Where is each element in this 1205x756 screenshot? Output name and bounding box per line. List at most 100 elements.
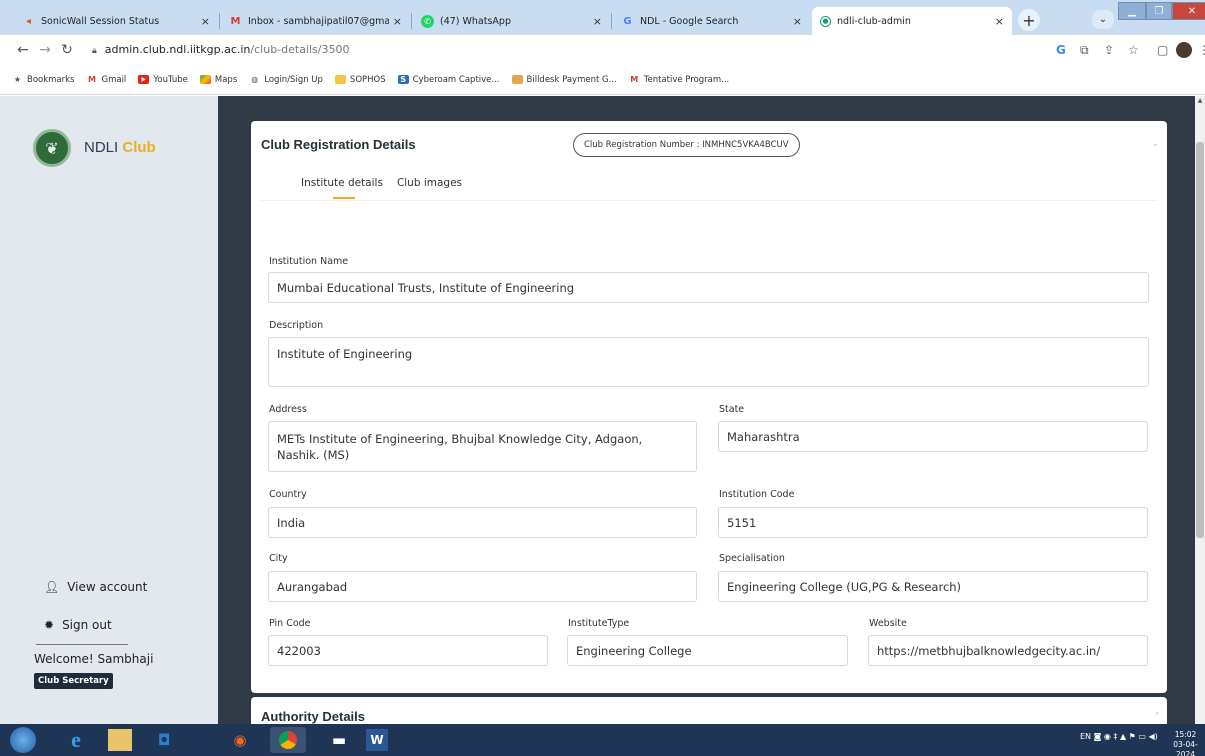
tab-title: NDL - Google Search [640, 15, 739, 27]
collapse-chevron-icon[interactable]: ⌄ [1151, 139, 1159, 149]
authority-card-title: Authority Details [261, 709, 366, 724]
bookmarks-bar: ★ Bookmarks M Gmail ▶ YouTube Maps ◍ Login/S… [0, 65, 1205, 95]
install-app-icon[interactable]: ⧉ [1080, 43, 1089, 58]
bookmark-star-icon[interactable]: ☆ [1128, 43, 1139, 57]
tab-divider [611, 13, 612, 29]
tab-divider [411, 13, 412, 29]
scroll-up-arrow-icon[interactable]: ▲ [1195, 97, 1205, 107]
brand-name: NDLI [84, 139, 119, 156]
ndli-logo-icon[interactable]: ❦ [33, 129, 71, 167]
screen: { "browser": { "tabs": [ {"title": "Soni… [0, 0, 1205, 756]
side-panel-icon[interactable]: ▢ [1157, 43, 1168, 57]
bookmark-item[interactable]: ★ Bookmarks [12, 75, 75, 85]
new-tab-button[interactable]: + [1018, 9, 1040, 31]
city-field[interactable]: Aurangabad [268, 571, 697, 602]
welcome-text: Welcome! Sambhaji [34, 652, 154, 666]
address-bar: ← → ↻ 🔒︎ admin.club.ndl.iitkgp.ac.in/club… [0, 35, 1205, 65]
internet-explorer-icon[interactable]: e [62, 727, 90, 753]
brand-title[interactable]: NDLI Club [84, 139, 156, 156]
kebab-menu-icon[interactable]: ⋮ [1198, 43, 1205, 57]
close-tab-icon[interactable]: × [793, 15, 802, 28]
address-label: Address [269, 404, 307, 415]
website-label: Website [869, 618, 907, 629]
address-field[interactable]: METs Institute of Engineering, Bhujbal K… [268, 421, 697, 472]
close-tab-icon[interactable]: × [995, 15, 1004, 28]
sonicwall-icon: ◂ [25, 15, 32, 27]
system-tray: EN ◙ ◉ ‡ ▲ ⚑ ▭ ◀) [1080, 732, 1158, 741]
word-icon[interactable]: W [366, 729, 388, 751]
tab-gmail[interactable]: M Inbox - sambhajipatil07@gmail.c × [221, 7, 410, 35]
gear-icon: ✹ [44, 618, 55, 632]
close-tab-icon[interactable]: × [393, 15, 402, 28]
profile-avatar-icon[interactable] [1176, 42, 1192, 58]
close-tab-icon[interactable]: × [593, 15, 602, 28]
brand-highlight: Club [122, 139, 156, 156]
window-app-icon[interactable]: ▬ [325, 727, 353, 753]
file-explorer-icon[interactable] [108, 729, 132, 751]
tab-sonicwall[interactable]: ◂ SonicWall Session Status × [14, 7, 218, 35]
tab-search-chevron-icon[interactable]: ⌄ [1092, 10, 1114, 29]
google-lens-icon[interactable]: G [1056, 43, 1066, 57]
website-field[interactable]: https://metbhujbalknowledgecity.ac.in/ [868, 635, 1148, 666]
bookmark-label: Billdesk Payment G... [526, 74, 617, 85]
forward-arrow-icon[interactable]: → [34, 42, 56, 58]
language-indicator[interactable]: EN [1080, 732, 1091, 741]
bookmark-item[interactable]: M Tentative Program... [629, 74, 730, 85]
tab-institute-details[interactable]: Institute details [301, 177, 383, 199]
specialisation-field[interactable]: Engineering College (UG,PG & Research) [718, 571, 1148, 602]
maximize-icon[interactable]: ❐ [1146, 2, 1172, 20]
close-window-icon[interactable]: ✕ [1172, 2, 1205, 20]
chrome-icon[interactable] [270, 727, 306, 753]
institute-type-field[interactable]: Engineering College [567, 635, 848, 666]
bookmark-label: Bookmarks [27, 74, 75, 85]
bookmark-label: Maps [214, 74, 238, 85]
reload-icon[interactable]: ↻ [56, 42, 78, 58]
billdesk-icon [511, 75, 523, 84]
media-player-icon[interactable]: ◘ [150, 727, 178, 753]
window-controls: ▁ ❐ ✕ [1118, 2, 1205, 20]
bookmark-label: YouTube [153, 74, 188, 85]
tab-title: SonicWall Session Status [41, 15, 160, 27]
url-field[interactable]: 🔒︎ admin.club.ndl.iitkgp.ac.in/club-detai… [92, 43, 350, 56]
view-account-link[interactable]: 👤︎ View account [44, 580, 147, 594]
bookmark-label: Tentative Program... [643, 74, 730, 85]
tray-icons[interactable]: ◙ ◉ ‡ ▲ ⚑ ▭ ◀) [1094, 732, 1158, 741]
scrollbar-thumb[interactable] [1196, 142, 1204, 538]
globe-icon: ● [820, 15, 831, 27]
tab-google-search[interactable]: G NDL - Google Search × [613, 7, 810, 35]
share-icon[interactable]: ⇪ [1104, 43, 1114, 57]
tab-club-images[interactable]: Club images [397, 177, 462, 199]
bookmark-item[interactable]: ◍ Login/Sign Up [249, 75, 323, 85]
close-tab-icon[interactable]: × [201, 15, 210, 28]
tab-ndli-club-admin[interactable]: ● ndli-club-admin × [812, 7, 1012, 35]
expand-chevron-icon[interactable]: › [1155, 709, 1159, 719]
state-field[interactable]: Maharashtra [718, 421, 1148, 452]
clock[interactable]: 15:02 03-04-2024 [1166, 730, 1205, 756]
sign-out-label: Sign out [62, 618, 112, 632]
tab-title: ndli-club-admin [837, 15, 911, 27]
tab-whatsapp[interactable]: ✆ (47) WhatsApp × [413, 7, 610, 35]
institution-code-field[interactable]: 5151 [718, 507, 1148, 538]
country-field[interactable]: India [268, 507, 697, 538]
reg-number-value: INMHNC5VKA4BCUV [702, 140, 789, 150]
maps-icon [199, 75, 211, 84]
minimize-icon[interactable]: ▁ [1118, 2, 1146, 20]
description-field[interactable]: Institute of Engineering [268, 337, 1149, 387]
folder-icon [334, 75, 346, 84]
club-registration-card: Club Registration Details Club Registrat… [251, 121, 1167, 693]
sign-out-link[interactable]: ✹ Sign out [44, 618, 112, 632]
firefox-icon[interactable]: ◉ [226, 727, 254, 753]
bookmark-item[interactable]: M Gmail [87, 75, 126, 85]
tab-title: (47) WhatsApp [440, 15, 511, 27]
windows-start-icon[interactable] [10, 727, 36, 753]
pin-code-field[interactable]: 422003 [268, 635, 548, 666]
bookmark-item[interactable]: Maps [199, 74, 238, 85]
bookmark-item[interactable]: SOPHOS [334, 75, 386, 85]
sidebar: ❦ NDLI Club 👤︎ View account ✹ Sign out Wel… [0, 96, 218, 724]
bookmark-item[interactable]: Billdesk Payment G... [511, 74, 617, 85]
bookmark-item[interactable]: S Cyberoam Captive... [397, 75, 500, 85]
back-arrow-icon[interactable]: ← [12, 42, 34, 58]
institution-name-field[interactable]: Mumbai Educational Trusts, Institute of … [268, 272, 1149, 303]
bookmark-item[interactable]: ▶ YouTube [138, 75, 188, 85]
tabs-divider [261, 200, 1157, 201]
